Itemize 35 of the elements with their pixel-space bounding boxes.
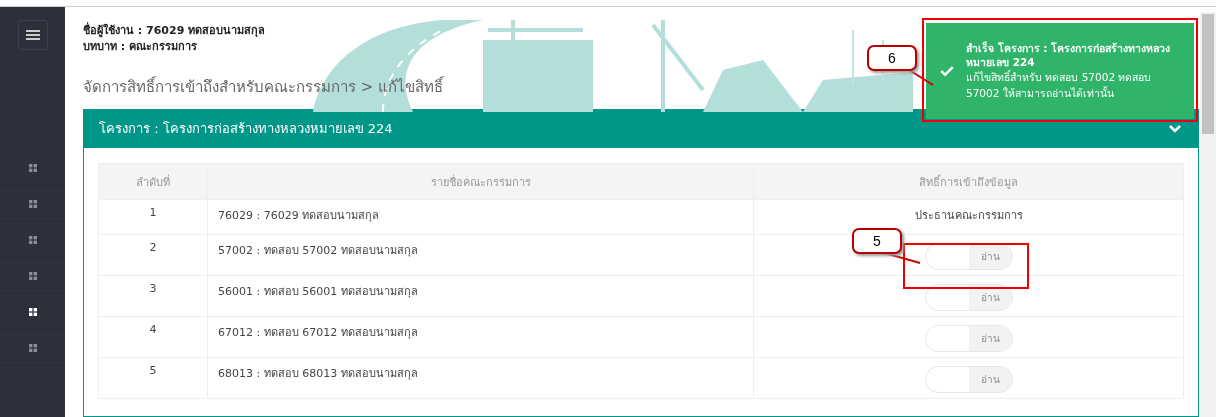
callout-label: 5 (852, 228, 902, 254)
menu-icon (25, 29, 40, 41)
table-cell: 76029 : 76029 ทดสอบนามสกุล (207, 199, 754, 235)
menu-button[interactable] (17, 20, 48, 50)
read-toggle[interactable]: อ่าน (924, 366, 1013, 393)
column-header: ลำดับที่ (98, 163, 208, 200)
grid-icon (28, 271, 37, 280)
scrollbar[interactable] (1200, 12, 1216, 417)
table-cell: 4 (98, 316, 208, 358)
panel-title: โครงการ : โครงการก่อสร้างทางหลวงหมายเลข 224 (99, 120, 393, 138)
user-role: บทบาท : คณะกรรมการ (83, 39, 198, 55)
toast-message: แก้ไขสิทธิ์สำหรับ ทดสอบ 57002 ทดสอบ 57002 ให้สามารถอ่านได้เท่านั้น (966, 69, 1153, 101)
table-cell: 2 (98, 234, 208, 276)
chevron-icon[interactable] (1168, 123, 1182, 134)
toast-title: สำเร็จ โครงการ : โครงการก่อสร้างทางหลวงหมายเลข 224 (966, 41, 1172, 69)
table-cell: 3 (98, 275, 208, 317)
read-toggle[interactable]: อ่าน (924, 284, 1013, 311)
table-cell: 67012 : ทดสอบ 67012 ทดสอบนามสกุล (207, 316, 754, 358)
breadcrumb: จัดการสิทธิ์การเข้าถึงสำหรับคณะกรรมการ > แก้ไขสิทธิ์ (83, 75, 444, 98)
read-toggle[interactable]: อ่าน (924, 325, 1013, 352)
table-cell: 56001 : ทดสอบ 56001 ทดสอบนามสกุล (207, 275, 754, 317)
grid-icon (28, 307, 37, 316)
grid-icon (28, 235, 37, 244)
table-cell: 1 (98, 199, 208, 235)
column-header: รายชื่อคณะกรรมการ (207, 163, 754, 200)
read-toggle[interactable]: อ่าน (924, 243, 1013, 270)
grid-icon (28, 343, 37, 352)
grid-icon (28, 163, 37, 172)
grid-icon (28, 199, 37, 208)
table-cell: 5 (98, 357, 208, 399)
user-name: ชื่อผู้ใช้งาน : 76029 ทดสอบนามสกุล (83, 23, 266, 39)
column-header: สิทธิ์การเข้าถึงข้อมูล (753, 163, 1184, 200)
callout-label: 6 (867, 45, 917, 71)
table-cell: 57002 : ทดสอบ 57002 ทดสอบนามสกุล (207, 234, 754, 276)
table-cell: 68013 : ทดสอบ 68013 ทดสอบนามสกุล (207, 357, 754, 399)
